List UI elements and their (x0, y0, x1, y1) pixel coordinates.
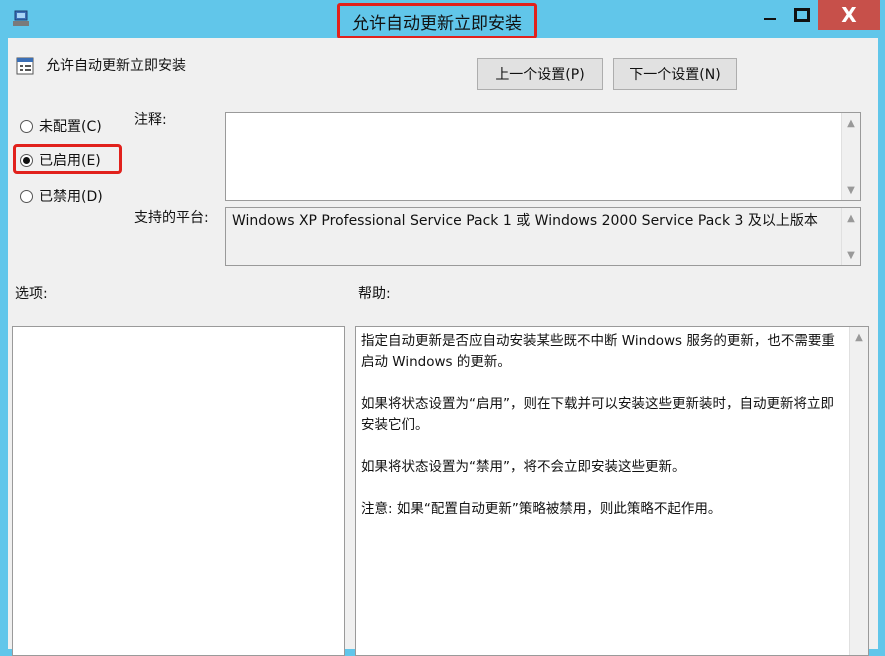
comment-scrollbar[interactable]: ▲ ▼ (841, 113, 860, 200)
minimize-icon (764, 18, 776, 20)
enabled-label: 已启用(E) (39, 153, 101, 169)
radio-not-configured[interactable] (20, 119, 33, 133)
scroll-down-icon[interactable]: ▼ (842, 247, 860, 263)
scroll-up-icon[interactable]: ▲ (850, 329, 868, 345)
disabled-option[interactable]: 已禁用(D) (20, 186, 103, 206)
platform-scrollbar[interactable]: ▲ ▼ (841, 208, 860, 265)
radio-enabled[interactable] (20, 153, 33, 167)
window-title: 允许自动更新立即安装 (337, 3, 537, 39)
setting-icon (16, 57, 34, 75)
radio-disabled[interactable] (20, 189, 33, 203)
help-panel: 指定自动更新是否应自动安装某些既不中断 Windows 服务的更新，也不需要重启… (355, 326, 869, 656)
policy-editor-icon (13, 10, 29, 26)
help-label: 帮助: (358, 286, 391, 302)
maximize-button[interactable] (788, 0, 816, 30)
dialog-body: 允许自动更新立即安装 上一个设置(P) 下一个设置(N) 未配置(C) 已启用(… (8, 38, 878, 656)
maximize-icon (794, 8, 810, 22)
not-configured-option[interactable]: 未配置(C) (20, 116, 102, 136)
platform-field: Windows XP Professional Service Pack 1 或… (225, 207, 861, 266)
setting-title: 允许自动更新立即安装 (46, 58, 186, 74)
help-paragraph: 如果将状态设置为“启用”，则在下载并可以安装这些更新装时，自动更新将立即安装它们… (361, 396, 834, 433)
help-paragraph: 如果将状态设置为“禁用”，将不会立即安装这些更新。 (361, 459, 686, 475)
previous-setting-button[interactable]: 上一个设置(P) (477, 58, 603, 90)
title-bar: 允许自动更新立即安装 X (0, 0, 885, 39)
scroll-down-icon[interactable]: ▼ (842, 182, 860, 198)
help-text: 指定自动更新是否应自动安装某些既不中断 Windows 服务的更新，也不需要重启… (361, 331, 844, 541)
comment-label: 注释: (134, 112, 167, 128)
help-paragraph: 指定自动更新是否应自动安装某些既不中断 Windows 服务的更新，也不需要重启… (361, 333, 835, 370)
scroll-up-icon[interactable]: ▲ (842, 115, 860, 131)
options-panel (12, 326, 345, 656)
enabled-option[interactable]: 已启用(E) (20, 150, 101, 170)
disabled-label: 已禁用(D) (39, 189, 103, 205)
options-label: 选项: (15, 286, 48, 302)
platform-label: 支持的平台: (134, 210, 209, 226)
not-configured-label: 未配置(C) (39, 119, 102, 135)
comment-textarea[interactable]: ▲ ▼ (225, 112, 861, 201)
platform-value: Windows XP Professional Service Pack 1 或… (232, 213, 818, 229)
help-paragraph: 注意: 如果“配置自动更新”策略被禁用，则此策略不起作用。 (361, 501, 722, 517)
close-button[interactable]: X (818, 0, 880, 30)
scroll-up-icon[interactable]: ▲ (842, 210, 860, 226)
help-scrollbar[interactable]: ▲ (849, 327, 868, 655)
next-setting-button[interactable]: 下一个设置(N) (613, 58, 737, 90)
minimize-button[interactable] (752, 0, 788, 30)
close-icon: X (841, 3, 857, 27)
